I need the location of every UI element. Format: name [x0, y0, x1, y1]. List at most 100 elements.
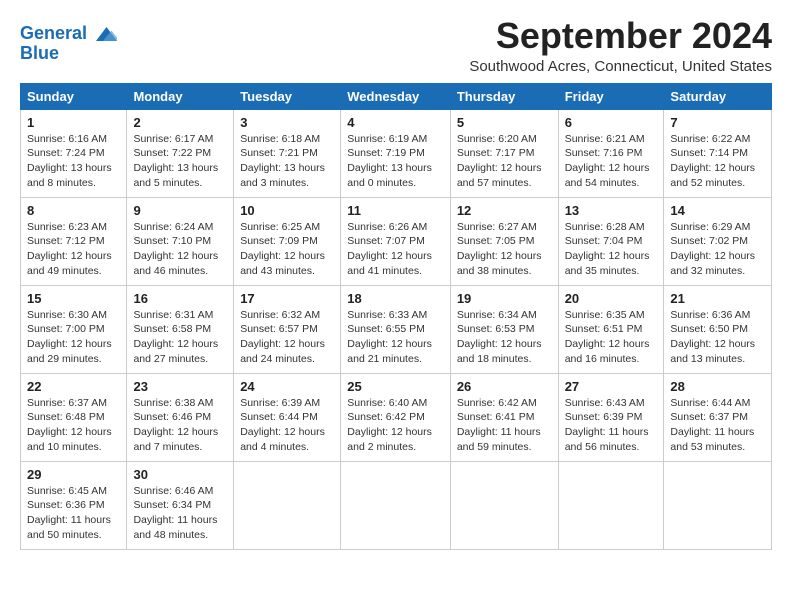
- day-number: 20: [565, 291, 658, 306]
- calendar-cell: 6 Sunrise: 6:21 AMSunset: 7:16 PMDaylight…: [558, 109, 664, 197]
- calendar-cell: 10Sunrise: 6:25 AMSunset: 7:09 PMDayligh…: [234, 197, 341, 285]
- day-info: Sunrise: 6:27 AMSunset: 7:05 PMDaylight:…: [457, 220, 552, 279]
- day-number: 9: [133, 203, 227, 218]
- day-number: 4: [347, 115, 444, 130]
- calendar-week-row: 22 Sunrise: 6:37 AMSunset: 6:48 PMDayligh…: [21, 373, 772, 461]
- location-subtitle: Southwood Acres, Connecticut, United Sta…: [469, 58, 772, 75]
- day-info: Sunrise: 6:36 AMSunset: 6:50 PMDaylight:…: [670, 308, 765, 367]
- day-info: Sunrise: 6:25 AMSunset: 7:09 PMDaylight:…: [240, 220, 334, 279]
- calendar-cell: 13 Sunrise: 6:28 AMSunset: 7:04 PMDayligh…: [558, 197, 664, 285]
- day-number: 30: [133, 467, 227, 482]
- calendar-cell: 1 Sunrise: 6:16 AMSunset: 7:24 PMDaylight…: [21, 109, 127, 197]
- calendar-cell: 24 Sunrise: 6:39 AMSunset: 6:44 PMDayligh…: [234, 373, 341, 461]
- day-number: 7: [670, 115, 765, 130]
- header: General Blue September 2024 Southwood Ac…: [20, 16, 772, 75]
- calendar-cell: 29Sunrise: 6:45 AMSunset: 6:36 PMDayligh…: [21, 461, 127, 549]
- day-number: 13: [565, 203, 658, 218]
- day-number: 19: [457, 291, 552, 306]
- month-title: September 2024: [469, 16, 772, 56]
- logo-text: General: [20, 24, 87, 44]
- calendar-cell: 25 Sunrise: 6:40 AMSunset: 6:42 PMDayligh…: [341, 373, 451, 461]
- calendar-cell: 9 Sunrise: 6:24 AMSunset: 7:10 PMDaylight…: [127, 197, 234, 285]
- day-number: 22: [27, 379, 120, 394]
- title-block: September 2024 Southwood Acres, Connecti…: [469, 16, 772, 75]
- day-number: 26: [457, 379, 552, 394]
- calendar-cell: [664, 461, 772, 549]
- calendar-cell: 28Sunrise: 6:44 AMSunset: 6:37 PMDayligh…: [664, 373, 772, 461]
- day-number: 5: [457, 115, 552, 130]
- calendar-cell: 14 Sunrise: 6:29 AMSunset: 7:02 PMDayligh…: [664, 197, 772, 285]
- day-info: Sunrise: 6:35 AMSunset: 6:51 PMDaylight:…: [565, 308, 658, 367]
- day-number: 12: [457, 203, 552, 218]
- calendar-cell: 19 Sunrise: 6:34 AMSunset: 6:53 PMDayligh…: [450, 285, 558, 373]
- day-info: Sunrise: 6:45 AMSunset: 6:36 PMDaylight:…: [27, 484, 120, 543]
- day-info: Sunrise: 6:34 AMSunset: 6:53 PMDaylight:…: [457, 308, 552, 367]
- day-info: Sunrise: 6:39 AMSunset: 6:44 PMDaylight:…: [240, 396, 334, 455]
- day-info: Sunrise: 6:16 AMSunset: 7:24 PMDaylight:…: [27, 132, 120, 191]
- day-number: 11: [347, 203, 444, 218]
- calendar-week-row: 15 Sunrise: 6:30 AMSunset: 7:00 PMDayligh…: [21, 285, 772, 373]
- day-info: Sunrise: 6:37 AMSunset: 6:48 PMDaylight:…: [27, 396, 120, 455]
- calendar-cell: 8Sunrise: 6:23 AMSunset: 7:12 PMDaylight…: [21, 197, 127, 285]
- day-info: Sunrise: 6:29 AMSunset: 7:02 PMDaylight:…: [670, 220, 765, 279]
- day-number: 27: [565, 379, 658, 394]
- calendar-cell: [450, 461, 558, 549]
- calendar-cell: 7 Sunrise: 6:22 AMSunset: 7:14 PMDaylight…: [664, 109, 772, 197]
- logo-icon: [89, 20, 117, 48]
- day-info: Sunrise: 6:32 AMSunset: 6:57 PMDaylight:…: [240, 308, 334, 367]
- calendar-cell: [558, 461, 664, 549]
- day-info: Sunrise: 6:46 AMSunset: 6:34 PMDaylight:…: [133, 484, 227, 543]
- day-info: Sunrise: 6:43 AMSunset: 6:39 PMDaylight:…: [565, 396, 658, 455]
- calendar-cell: [234, 461, 341, 549]
- day-info: Sunrise: 6:30 AMSunset: 7:00 PMDaylight:…: [27, 308, 120, 367]
- day-number: 15: [27, 291, 120, 306]
- calendar-week-row: 1 Sunrise: 6:16 AMSunset: 7:24 PMDaylight…: [21, 109, 772, 197]
- calendar-cell: 12 Sunrise: 6:27 AMSunset: 7:05 PMDayligh…: [450, 197, 558, 285]
- day-number: 24: [240, 379, 334, 394]
- calendar-cell: 21 Sunrise: 6:36 AMSunset: 6:50 PMDayligh…: [664, 285, 772, 373]
- day-number: 6: [565, 115, 658, 130]
- day-info: Sunrise: 6:42 AMSunset: 6:41 PMDaylight:…: [457, 396, 552, 455]
- calendar-cell: [341, 461, 451, 549]
- day-number: 14: [670, 203, 765, 218]
- calendar-cell: 22 Sunrise: 6:37 AMSunset: 6:48 PMDayligh…: [21, 373, 127, 461]
- calendar-table: SundayMondayTuesdayWednesdayThursdayFrid…: [20, 83, 772, 550]
- day-number: 1: [27, 115, 120, 130]
- calendar-cell: 27 Sunrise: 6:43 AMSunset: 6:39 PMDayligh…: [558, 373, 664, 461]
- calendar-cell: 16Sunrise: 6:31 AMSunset: 6:58 PMDayligh…: [127, 285, 234, 373]
- day-info: Sunrise: 6:28 AMSunset: 7:04 PMDaylight:…: [565, 220, 658, 279]
- calendar-cell: 15 Sunrise: 6:30 AMSunset: 7:00 PMDayligh…: [21, 285, 127, 373]
- day-number: 21: [670, 291, 765, 306]
- calendar-week-row: 8Sunrise: 6:23 AMSunset: 7:12 PMDaylight…: [21, 197, 772, 285]
- calendar-day-header: Tuesday: [234, 83, 341, 109]
- calendar-day-header: Monday: [127, 83, 234, 109]
- calendar-day-header: Wednesday: [341, 83, 451, 109]
- calendar-cell: 20 Sunrise: 6:35 AMSunset: 6:51 PMDayligh…: [558, 285, 664, 373]
- day-info: Sunrise: 6:24 AMSunset: 7:10 PMDaylight:…: [133, 220, 227, 279]
- calendar-cell: 2 Sunrise: 6:17 AMSunset: 7:22 PMDaylight…: [127, 109, 234, 197]
- day-number: 28: [670, 379, 765, 394]
- day-info: Sunrise: 6:40 AMSunset: 6:42 PMDaylight:…: [347, 396, 444, 455]
- calendar-cell: 26 Sunrise: 6:42 AMSunset: 6:41 PMDayligh…: [450, 373, 558, 461]
- day-info: Sunrise: 6:17 AMSunset: 7:22 PMDaylight:…: [133, 132, 227, 191]
- calendar-cell: 17 Sunrise: 6:32 AMSunset: 6:57 PMDayligh…: [234, 285, 341, 373]
- day-number: 17: [240, 291, 334, 306]
- calendar-cell: 3Sunrise: 6:18 AMSunset: 7:21 PMDaylight…: [234, 109, 341, 197]
- day-number: 23: [133, 379, 227, 394]
- day-number: 2: [133, 115, 227, 130]
- day-info: Sunrise: 6:21 AMSunset: 7:16 PMDaylight:…: [565, 132, 658, 191]
- logo-text2: Blue: [20, 44, 59, 64]
- day-info: Sunrise: 6:18 AMSunset: 7:21 PMDaylight:…: [240, 132, 334, 191]
- day-info: Sunrise: 6:26 AMSunset: 7:07 PMDaylight:…: [347, 220, 444, 279]
- calendar-day-header: Thursday: [450, 83, 558, 109]
- logo: General Blue: [20, 20, 117, 64]
- calendar-cell: 5Sunrise: 6:20 AMSunset: 7:17 PMDaylight…: [450, 109, 558, 197]
- calendar-cell: 18Sunrise: 6:33 AMSunset: 6:55 PMDayligh…: [341, 285, 451, 373]
- calendar-header-row: SundayMondayTuesdayWednesdayThursdayFrid…: [21, 83, 772, 109]
- calendar-cell: 4Sunrise: 6:19 AMSunset: 7:19 PMDaylight…: [341, 109, 451, 197]
- calendar-day-header: Friday: [558, 83, 664, 109]
- day-number: 16: [133, 291, 227, 306]
- day-number: 25: [347, 379, 444, 394]
- day-number: 8: [27, 203, 120, 218]
- day-info: Sunrise: 6:22 AMSunset: 7:14 PMDaylight:…: [670, 132, 765, 191]
